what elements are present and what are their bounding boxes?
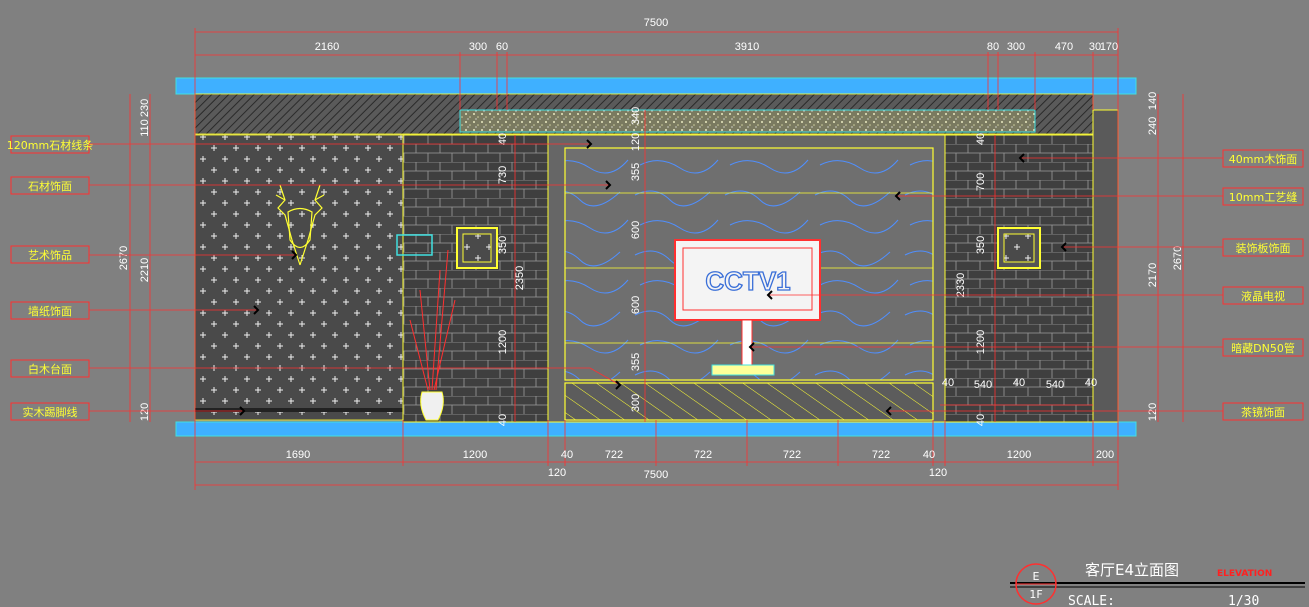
callout-left-label: 实木踢脚线 <box>23 405 78 419</box>
dim-bottom-seg: 722 <box>872 449 890 461</box>
dim-inner-left: 730 <box>497 166 509 184</box>
dim-top-seg: 300 <box>469 41 487 53</box>
scale-value: 1/30 <box>1228 594 1259 607</box>
callout-left-label: 白木台面 <box>28 362 72 376</box>
dim-lower-right: 40 <box>1085 377 1097 389</box>
dim-inner-left: 2350 <box>514 266 526 290</box>
tv-logo: CCTV1 <box>705 266 790 296</box>
callout-right-label: 装饰板饰面 <box>1236 241 1291 255</box>
dim-inner-right: 350 <box>975 236 987 254</box>
dim-bottom-total: 7500 <box>644 469 668 481</box>
dim-inner-right: 700 <box>975 173 987 191</box>
dim-left-v: 2210 <box>139 258 151 282</box>
dim-left-v: 230 <box>139 99 151 117</box>
section-marker-top: E <box>1033 570 1040 583</box>
socket-strip <box>711 364 775 376</box>
dim-inner-right: 1200 <box>975 330 987 354</box>
dim-left-total: 2670 <box>118 246 130 270</box>
dim-top-seg: 80 <box>987 41 999 53</box>
dim-lower-right: 40 <box>1013 377 1025 389</box>
dim-bottom-seg: 1690 <box>286 449 310 461</box>
dim-bottom-seg: 40 <box>923 449 935 461</box>
dim-bottom-seg: 200 <box>1096 449 1114 461</box>
dim-bottom-seg: 1200 <box>463 449 487 461</box>
dim-center-v: 355 <box>630 353 642 371</box>
dim-bottom-seg: 1200 <box>1007 449 1031 461</box>
dim-right-v: 2170 <box>1147 263 1159 287</box>
dim-bottom-seg: 40 <box>561 449 573 461</box>
dim-lower-right: 40 <box>942 377 954 389</box>
wallpaper-wall <box>194 134 404 421</box>
callout-right-label: 液晶电视 <box>1241 289 1285 303</box>
dim-center-v: 340 <box>630 107 642 125</box>
dim-top-seg: 170 <box>1100 41 1118 53</box>
callout-right-label: 茶镜饰面 <box>1241 405 1285 419</box>
dim-right-v: 240 <box>1147 117 1159 135</box>
dim-bottom-seg: 722 <box>694 449 712 461</box>
scale-label: SCALE: <box>1068 594 1115 607</box>
elevation-drawing: CCTV1 7500 2160 300 60 3910 80 300 470 3… <box>7 17 1305 607</box>
dim-top-seg: 300 <box>1007 41 1025 53</box>
vase <box>420 391 444 421</box>
dim-center-v: 300 <box>630 394 642 412</box>
dim-center-v: 120 <box>630 133 642 151</box>
callout-left-label: 墙纸饰面 <box>28 304 72 318</box>
dim-top-seg: 2160 <box>315 41 339 53</box>
dim-left-v: 120 <box>139 403 151 421</box>
callout-left-label: 艺术饰品 <box>28 248 72 262</box>
callout-right-label: 暗藏DN50管 <box>1231 341 1295 355</box>
dim-top-seg: 3910 <box>735 41 759 53</box>
dim-center-v: 600 <box>630 296 642 314</box>
drawing-subtitle: ELEVATION <box>1217 569 1272 579</box>
dim-bottom-segments: 1690 1200 40 722 722 722 722 40 1200 200 <box>286 449 1114 461</box>
drawing-title: 客厅E4立面图 <box>1085 561 1179 579</box>
dim-inner-left: 40 <box>497 414 509 426</box>
ceiling-band <box>175 77 1137 95</box>
dim-lower-right: 540 <box>974 379 992 391</box>
dim-inner-right: 2330 <box>955 273 967 297</box>
title-block: E 1F 客厅E4立面图 ELEVATION SCALE: 1/30 <box>1010 561 1305 607</box>
dim-bottom-small-right: 120 <box>929 467 947 479</box>
dim-top-segments: 2160 300 60 3910 80 300 470 30 170 <box>315 41 1118 53</box>
dim-top-seg: 60 <box>496 41 508 53</box>
dim-bottom-small-left: 120 <box>548 467 566 479</box>
dim-center-v: 355 <box>630 163 642 181</box>
callout-left-label: 120mm石材线条 <box>7 138 93 152</box>
callout-left-label: 石材饰面 <box>28 179 72 193</box>
dim-inner-right: 40 <box>975 414 987 426</box>
dim-inner-right: 40 <box>975 133 987 145</box>
dim-center-v: 600 <box>630 221 642 239</box>
dim-right-total: 2670 <box>1172 246 1184 270</box>
dim-left-v: 110 <box>139 119 151 137</box>
dim-top-seg: 470 <box>1055 41 1073 53</box>
dim-lower-right: 540 <box>1046 379 1064 391</box>
soffit-section <box>459 109 1036 133</box>
dim-right-v: 120 <box>1147 403 1159 421</box>
section-marker-bottom: 1F <box>1029 588 1042 601</box>
callout-right-label: 40mm木饰面 <box>1229 152 1297 166</box>
dim-top-total: 7500 <box>644 17 668 29</box>
dim-right-v: 140 <box>1147 92 1159 110</box>
right-edge-trim <box>1092 109 1119 423</box>
dim-bottom-seg: 722 <box>783 449 801 461</box>
dim-inner-left: 40 <box>497 133 509 145</box>
callout-right-label: 10mm工艺缝 <box>1229 190 1297 204</box>
dim-inner-left: 1200 <box>497 330 509 354</box>
dim-bottom-seg: 722 <box>605 449 623 461</box>
deco-panel-right-inner <box>1003 233 1035 263</box>
deco-panel-left-inner <box>462 233 492 263</box>
dim-inner-left: 350 <box>497 236 509 254</box>
tea-mirror-cabinet <box>564 382 934 421</box>
